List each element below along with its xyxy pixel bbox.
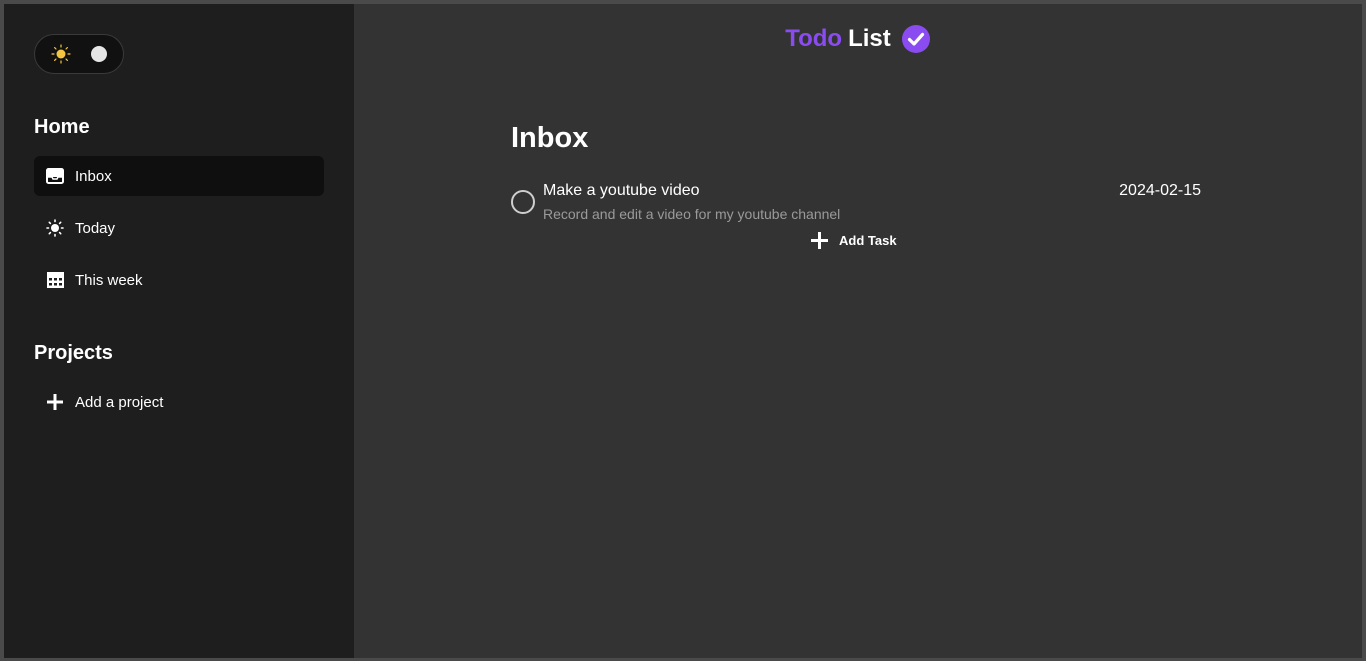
main-content: Todo List Inbox Make a youtube video Rec… [354, 4, 1362, 658]
sidebar-item-label: This week [75, 271, 143, 289]
plus-icon [811, 232, 828, 249]
logo-todo-text: Todo [785, 25, 843, 52]
task-date: 2024-02-15 [1119, 182, 1201, 199]
sidebar-item-today[interactable]: Today [34, 208, 324, 248]
task-name: Make a youtube video [543, 182, 700, 199]
sun-icon [51, 44, 71, 64]
plus-icon [46, 393, 64, 411]
check-circle-icon [901, 25, 930, 53]
logo-list-text: List [848, 25, 891, 52]
add-task-button[interactable]: Add Task [811, 232, 897, 249]
task-item[interactable]: Make a youtube video Record and edit a v… [511, 180, 1201, 226]
home-section-title: Home [34, 116, 90, 138]
task-complete-checkbox[interactable] [511, 190, 535, 214]
sidebar-item-label: Inbox [75, 167, 112, 185]
sidebar-item-this-week[interactable]: This week [34, 260, 324, 300]
task-description: Record and edit a video for my youtube c… [543, 206, 841, 222]
page-title: Inbox [511, 122, 589, 154]
add-project-label: Add a project [75, 393, 164, 411]
add-task-label: Add Task [839, 233, 897, 248]
inbox-icon [46, 167, 64, 185]
toggle-knob [91, 46, 107, 62]
calendar-week-icon [46, 271, 64, 289]
sidebar: Home Inbox Today This week Projects Add … [4, 4, 354, 658]
sidebar-item-label: Today [75, 219, 116, 237]
theme-toggle[interactable] [34, 34, 124, 74]
sun-icon [46, 219, 64, 237]
add-project-button[interactable]: Add a project [34, 382, 324, 422]
app-window: Home Inbox Today This week Projects Add … [4, 4, 1362, 658]
sidebar-item-inbox[interactable]: Inbox [34, 156, 324, 196]
projects-section-title: Projects [34, 342, 113, 364]
app-logo: Todo List [354, 24, 1362, 54]
